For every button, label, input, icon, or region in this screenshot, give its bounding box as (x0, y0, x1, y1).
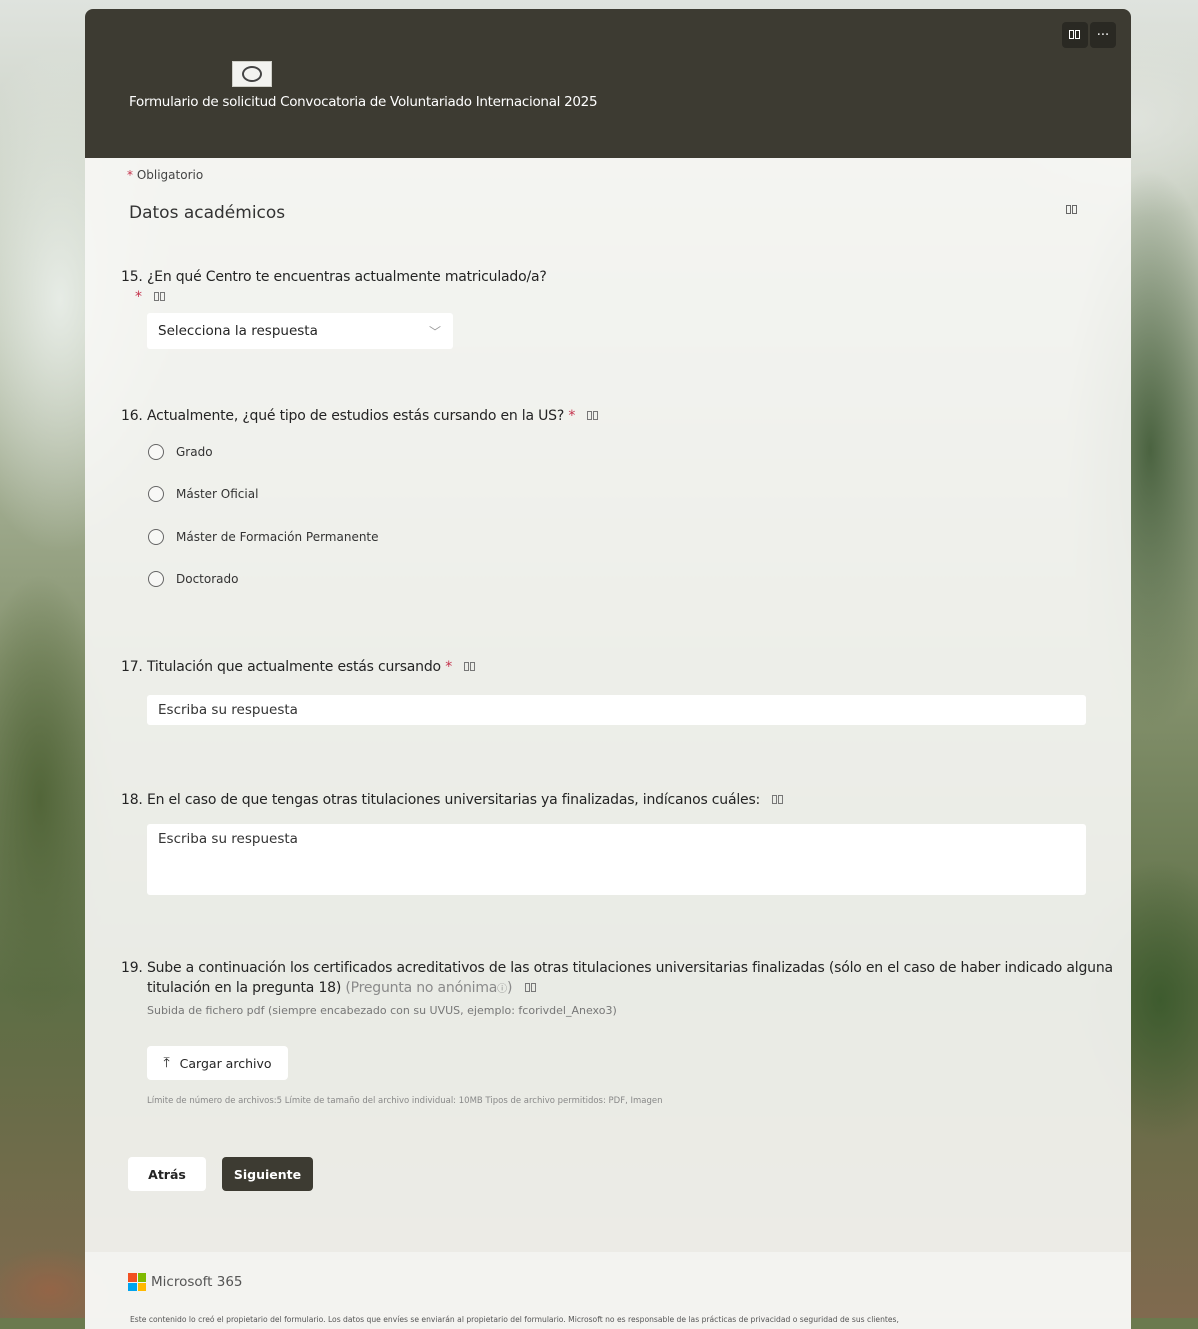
section-reader-icon[interactable] (1066, 205, 1078, 215)
question-18-title: 18. En el caso de que tengas otras titul… (121, 790, 784, 810)
upload-file-button[interactable]: ⤒ Cargar archivo (147, 1046, 288, 1080)
read-aloud-icon[interactable] (587, 411, 599, 421)
radio-option-doctorado[interactable]: Doctorado (148, 571, 238, 587)
radio-circle[interactable] (148, 486, 164, 502)
info-icon[interactable]: ⓘ (497, 984, 507, 995)
question-17-title: 17. Titulación que actualmente estás cur… (121, 657, 476, 677)
titulacion-input[interactable]: Escriba su respuesta (147, 695, 1086, 725)
microsoft-365-logo: Microsoft 365 (128, 1273, 243, 1291)
microsoft-logo-icon (128, 1273, 146, 1291)
university-logo (232, 61, 272, 87)
question-19-subtitle: Subida de fichero pdf (siempre encabezad… (147, 1004, 617, 1017)
read-aloud-icon[interactable] (154, 292, 166, 302)
book-reader-icon (1069, 30, 1081, 40)
radio-option-master-formacion[interactable]: Máster de Formación Permanente (148, 529, 379, 545)
read-aloud-icon[interactable] (772, 795, 784, 805)
required-note: * Obligatorio (127, 168, 204, 182)
chevron-down-icon: ﹀ (428, 324, 441, 339)
question-19-title: 19. Sube a continuación los certificados… (121, 960, 1113, 996)
select-placeholder: Selecciona la respuesta (158, 323, 318, 339)
form-card: Formulario de solicitud Convocatoria de … (85, 9, 1131, 1329)
form-header: Formulario de solicitud Convocatoria de … (85, 9, 1131, 158)
radio-circle[interactable] (148, 444, 164, 460)
footer: Microsoft 365 Este contenido lo creó el … (85, 1252, 1131, 1329)
upload-limits: Límite de número de archivos:5 Límite de… (147, 1096, 663, 1106)
back-button[interactable]: Atrás (128, 1157, 206, 1191)
question-15-title: 15. ¿En qué Centro te encuentras actualm… (121, 269, 547, 305)
radio-circle[interactable] (148, 529, 164, 545)
radio-option-grado[interactable]: Grado (148, 444, 213, 460)
question-16-title: 16. Actualmente, ¿qué tipo de estudios e… (121, 406, 599, 426)
radio-circle[interactable] (148, 571, 164, 587)
otras-titulaciones-textarea[interactable]: Escriba su respuesta (147, 824, 1086, 895)
section-title: Datos académicos (129, 203, 286, 223)
footer-disclaimer: Este contenido lo creó el propietario de… (130, 1315, 899, 1324)
radio-option-master-oficial[interactable]: Máster Oficial (148, 486, 258, 502)
immersive-reader-button[interactable] (1062, 22, 1088, 48)
form-title: Formulario de solicitud Convocatoria de … (129, 94, 598, 110)
centro-select[interactable]: Selecciona la respuesta ﹀ (147, 313, 453, 349)
read-aloud-icon[interactable] (464, 662, 476, 672)
next-button[interactable]: Siguiente (222, 1157, 313, 1191)
read-aloud-icon[interactable] (524, 983, 537, 993)
more-options-button[interactable]: ··· (1090, 22, 1116, 48)
upload-icon: ⤒ (163, 1055, 170, 1071)
